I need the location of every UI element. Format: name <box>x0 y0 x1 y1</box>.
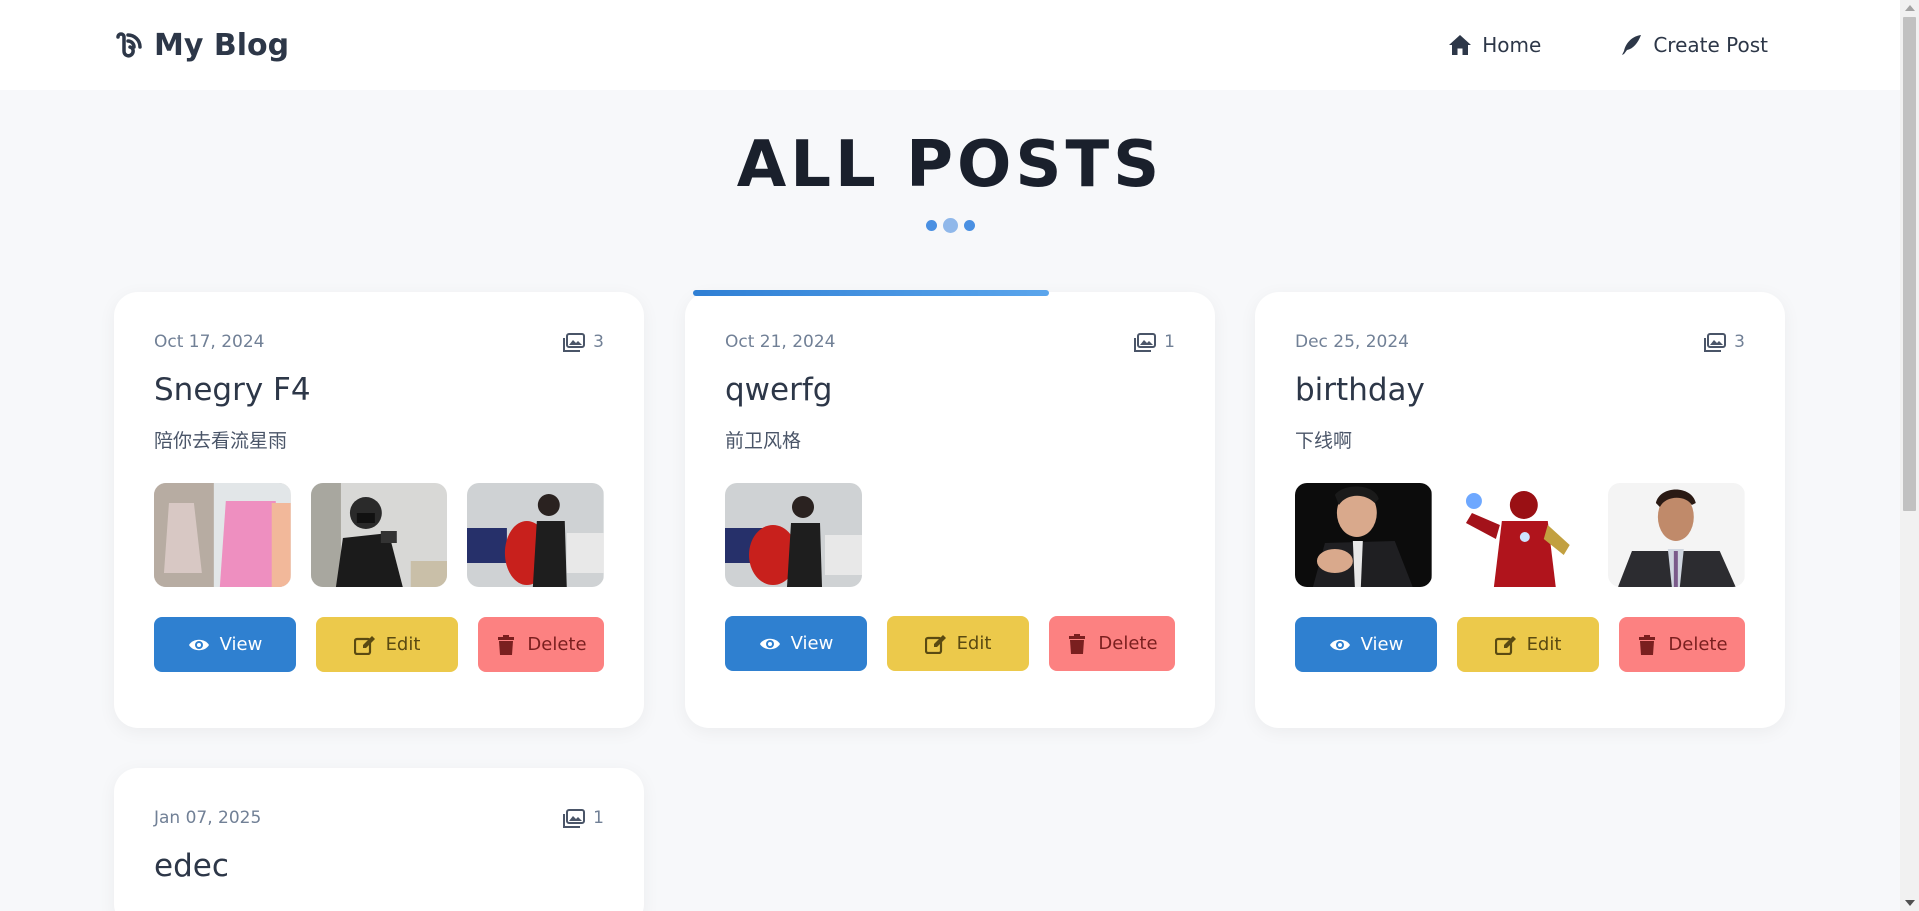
trash-icon <box>1069 633 1086 654</box>
post-meta: Dec 25, 2024 3 <box>1295 332 1745 352</box>
post-title: birthday <box>1295 372 1425 408</box>
post-date: Oct 17, 2024 <box>154 332 265 352</box>
edit-icon <box>353 635 375 655</box>
eye-icon <box>188 639 209 650</box>
image-count: 1 <box>1134 332 1175 352</box>
post-card: Jan 07, 2025 1 edec <box>114 768 644 911</box>
images-icon <box>1134 332 1157 352</box>
post-card: Oct 17, 2024 3 Snegry F4 陪你去看流星雨 View Ed… <box>114 292 644 728</box>
image-count-value: 1 <box>593 808 604 828</box>
view-button-label: View <box>790 633 834 654</box>
edit-icon <box>924 634 946 654</box>
post-thumbnails <box>725 483 1175 587</box>
photo-man-suit-light <box>1608 483 1746 587</box>
scroll-down-arrow-icon[interactable] <box>1905 900 1915 906</box>
navbar: My Blog Home Create Post <box>0 0 1900 90</box>
photo-person-red-bag <box>467 483 605 587</box>
post-thumbnail[interactable] <box>467 483 605 587</box>
edit-button[interactable]: Edit <box>316 617 458 672</box>
post-card: Oct 21, 2024 1 qwerfg 前卫风格 View Edit Del… <box>685 290 1215 728</box>
view-button[interactable]: View <box>154 617 296 672</box>
image-count-value: 1 <box>1164 332 1175 352</box>
post-meta: Oct 17, 2024 3 <box>154 332 604 352</box>
post-actions: View Edit Delete <box>154 617 604 672</box>
view-button-label: View <box>1360 634 1404 655</box>
scroll-up-arrow-icon[interactable] <box>1905 5 1915 11</box>
post-thumbnail[interactable] <box>310 483 448 587</box>
post-title: Snegry F4 <box>154 372 311 408</box>
post-thumbnail[interactable] <box>725 483 862 587</box>
edit-button[interactable]: Edit <box>887 616 1029 671</box>
home-icon <box>1449 35 1472 55</box>
photo-man-suit-dark <box>1295 483 1432 587</box>
nav-links: Home Create Post <box>1448 33 1768 57</box>
delete-button[interactable]: Delete <box>1619 617 1745 672</box>
trash-icon <box>498 634 515 655</box>
post-description: 下线啊 <box>1295 430 1353 452</box>
images-icon <box>1704 332 1727 352</box>
edit-button-label: Edit <box>385 634 421 655</box>
edit-icon <box>1494 635 1516 655</box>
delete-button-label: Delete <box>1098 633 1158 654</box>
edit-button-label: Edit <box>956 633 992 654</box>
page-title: ALL POSTS <box>736 128 1164 202</box>
post-thumbnail[interactable] <box>1451 483 1589 587</box>
image-count: 1 <box>563 808 604 828</box>
image-count-value: 3 <box>1734 332 1745 352</box>
nav-create-post-label: Create Post <box>1653 33 1768 57</box>
post-thumbnails <box>154 483 605 587</box>
post-description: 陪你去看流星雨 <box>154 430 288 452</box>
delete-button-label: Delete <box>527 634 587 655</box>
view-button[interactable]: View <box>725 616 867 671</box>
card-accent-bar <box>693 290 1049 296</box>
post-title: qwerfg <box>725 372 833 408</box>
eye-icon <box>1329 639 1350 650</box>
view-button[interactable]: View <box>1295 617 1437 672</box>
decoration-dot <box>963 220 975 231</box>
image-count-value: 3 <box>593 332 604 352</box>
edit-button-label: Edit <box>1526 634 1562 655</box>
nav-home-link[interactable]: Home <box>1448 33 1541 57</box>
post-thumbnail[interactable] <box>1608 483 1746 587</box>
decoration-dot <box>925 220 937 231</box>
view-button-label: View <box>219 634 263 655</box>
page-scrollbar[interactable] <box>1900 0 1919 911</box>
delete-button[interactable]: Delete <box>478 617 604 672</box>
delete-button-label: Delete <box>1668 634 1728 655</box>
post-title: edec <box>154 848 229 884</box>
image-count: 3 <box>1704 332 1745 352</box>
eye-icon <box>759 638 780 649</box>
scroll-thumb[interactable] <box>1903 17 1916 511</box>
feather-icon <box>1622 35 1642 55</box>
title-decoration-dots <box>0 218 1900 233</box>
delete-button[interactable]: Delete <box>1049 616 1175 671</box>
post-thumbnail[interactable] <box>1295 483 1432 587</box>
photo-iron-suit <box>1451 483 1589 587</box>
feed-icon <box>116 32 142 58</box>
nav-home-label: Home <box>1482 33 1542 57</box>
decoration-dot <box>942 218 958 233</box>
image-count: 3 <box>563 332 604 352</box>
brand-title: My Blog <box>154 27 290 63</box>
nav-create-post-link[interactable]: Create Post <box>1619 33 1768 57</box>
post-thumbnails <box>1295 483 1746 587</box>
post-description: 前卫风格 <box>725 430 802 452</box>
photo-person-red-bag <box>725 483 862 587</box>
post-actions: View Edit Delete <box>725 616 1175 671</box>
trash-icon <box>1639 634 1656 655</box>
post-date: Dec 25, 2024 <box>1295 332 1410 352</box>
post-card: Dec 25, 2024 3 birthday 下线啊 View Edit De… <box>1255 292 1785 728</box>
post-meta: Oct 21, 2024 1 <box>725 332 1175 352</box>
post-meta: Jan 07, 2025 1 <box>154 808 604 828</box>
images-icon <box>563 808 586 828</box>
post-date: Jan 07, 2025 <box>154 808 262 828</box>
post-thumbnail[interactable] <box>154 483 291 587</box>
photo-clothes <box>154 483 291 587</box>
edit-button[interactable]: Edit <box>1457 617 1599 672</box>
images-icon <box>563 332 586 352</box>
post-actions: View Edit Delete <box>1295 617 1745 672</box>
post-date: Oct 21, 2024 <box>725 332 836 352</box>
photo-person-phone <box>310 483 448 587</box>
brand-link[interactable]: My Blog <box>112 28 289 63</box>
